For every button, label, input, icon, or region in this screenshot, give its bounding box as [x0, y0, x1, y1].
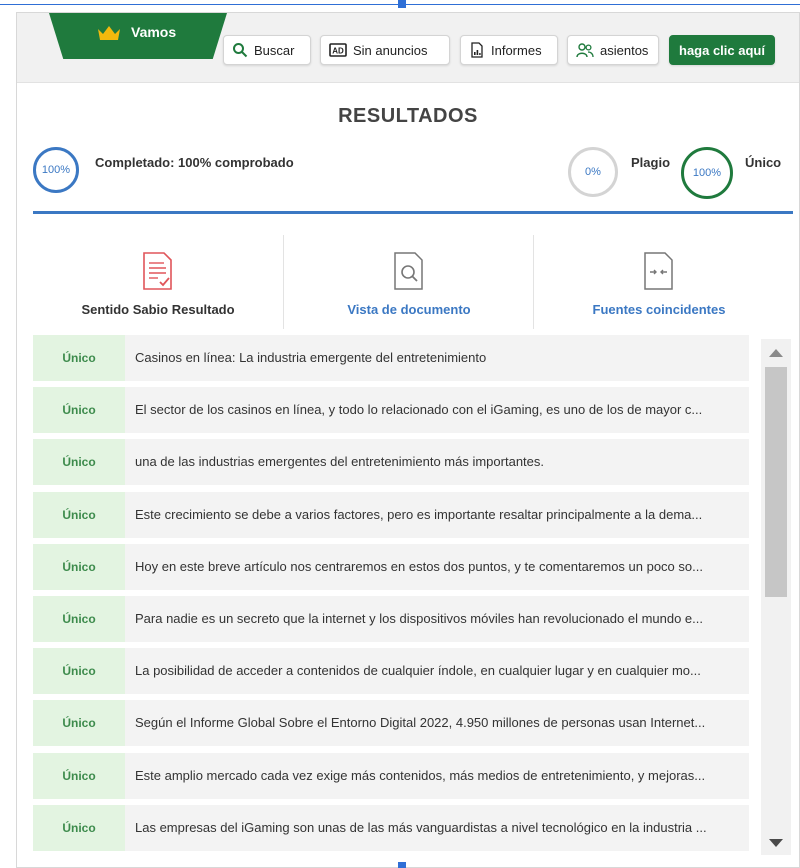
report-check-icon — [143, 252, 172, 290]
list-item[interactable]: Único Casinos en línea: La industria eme… — [33, 335, 749, 381]
unique-ring: 100% — [681, 147, 733, 199]
unique-badge: Único — [33, 700, 125, 747]
tab-matching-sources-label: Fuentes coincidentes — [592, 302, 726, 317]
plagiarism-label: Plagio — [631, 155, 671, 170]
reports-button-label: Informes — [491, 42, 542, 58]
unique-badge: Único — [33, 648, 125, 695]
tab-document-view-label: Vista de documento — [347, 302, 471, 317]
plagiarism-ring: 0% — [568, 147, 618, 197]
unique-badge: Único — [33, 491, 125, 538]
unique-badge: Único — [33, 752, 125, 799]
tab-matching-sources[interactable]: Fuentes coincidentes — [533, 235, 783, 329]
click-here-button[interactable]: haga clic aquí — [669, 35, 775, 65]
sentence-text: Las empresas del iGaming son unas de las… — [135, 819, 707, 835]
toolbar: Vamos Buscar AD Sin anuncios Informes as… — [17, 13, 799, 83]
unique-badge: Único — [33, 543, 125, 590]
list-item[interactable]: Único Este crecimiento se debe a varios … — [33, 491, 749, 538]
list-item[interactable]: Único una de las industrias emergentes d… — [33, 439, 749, 486]
search-icon — [233, 43, 248, 58]
sentence-text: Hoy en este breve artículo nos centrarem… — [135, 558, 703, 574]
report-icon — [471, 42, 483, 58]
completed-progress-ring: 100% — [33, 147, 79, 193]
tab-smart-result[interactable]: Sentido Sabio Resultado — [33, 235, 283, 329]
resize-handle-bottom[interactable] — [398, 862, 406, 868]
svg-text:AD: AD — [332, 47, 344, 56]
completed-label: Completado: 100% comprobado — [95, 155, 294, 170]
scrollbar-thumb[interactable] — [765, 367, 787, 597]
results-list: Único Casinos en línea: La industria eme… — [33, 335, 749, 859]
seats-button-label: asientos — [600, 42, 649, 58]
list-item[interactable]: Único Las empresas del iGaming son unas … — [33, 804, 749, 851]
unique-badge: Único — [33, 335, 125, 381]
search-button[interactable]: Buscar — [223, 35, 311, 65]
divider — [33, 211, 793, 214]
compare-sources-icon — [644, 252, 673, 290]
no-ads-button[interactable]: AD Sin anuncios — [320, 35, 450, 65]
seats-button[interactable]: asientos — [567, 35, 659, 65]
sentence-text: Este amplio mercado cada vez exige más c… — [135, 767, 706, 783]
list-item[interactable]: Único Hoy en este breve artículo nos cen… — [33, 543, 749, 590]
scroll-up-icon[interactable] — [769, 349, 783, 357]
brand-tab[interactable]: Vamos — [49, 13, 227, 59]
users-icon — [576, 43, 594, 58]
sentence-text: Este crecimiento se debe a varios factor… — [135, 506, 703, 522]
unique-label: Único — [745, 155, 782, 170]
view-tabs: Sentido Sabio Resultado Vista de documen… — [33, 235, 793, 329]
tab-smart-result-label: Sentido Sabio Resultado — [81, 302, 235, 317]
unique-badge: Único — [33, 439, 125, 486]
reports-button[interactable]: Informes — [460, 35, 558, 65]
ad-icon: AD — [329, 43, 347, 57]
search-button-label: Buscar — [254, 42, 295, 58]
brand-label: Vamos — [131, 24, 177, 40]
list-item[interactable]: Único El sector de los casinos en línea,… — [33, 387, 749, 434]
sentence-text: Casinos en línea: La industria emergente… — [135, 350, 487, 365]
no-ads-button-label: Sin anuncios — [353, 42, 428, 58]
crown-icon — [98, 26, 120, 40]
page-title: RESULTADOS — [338, 105, 478, 127]
sentence-text: una de las industrias emergentes del ent… — [135, 454, 544, 470]
list-item[interactable]: Único Este amplio mercado cada vez exige… — [33, 752, 749, 799]
sentence-text: La posibilidad de acceder a contenidos d… — [135, 663, 701, 679]
unique-badge: Único — [33, 595, 125, 642]
tab-document-view[interactable]: Vista de documento — [283, 235, 533, 329]
unique-badge: Único — [33, 804, 125, 851]
checker-panel: Vamos Buscar AD Sin anuncios Informes as… — [16, 12, 800, 868]
list-item[interactable]: Único Para nadie es un secreto que la in… — [33, 595, 749, 642]
document-search-icon — [394, 252, 423, 290]
scrollbar[interactable] — [761, 339, 791, 855]
resize-handle-top[interactable] — [398, 0, 406, 8]
scroll-down-icon[interactable] — [769, 839, 783, 847]
unique-badge: Único — [33, 387, 125, 434]
sentence-text: El sector de los casinos en línea, y tod… — [135, 402, 703, 418]
list-item[interactable]: Único La posibilidad de acceder a conten… — [33, 648, 749, 695]
sentence-text: Para nadie es un secreto que la internet… — [135, 610, 703, 626]
sentence-text: Según el Informe Global Sobre el Entorno… — [135, 715, 706, 731]
list-item[interactable]: Único Según el Informe Global Sobre el E… — [33, 700, 749, 747]
